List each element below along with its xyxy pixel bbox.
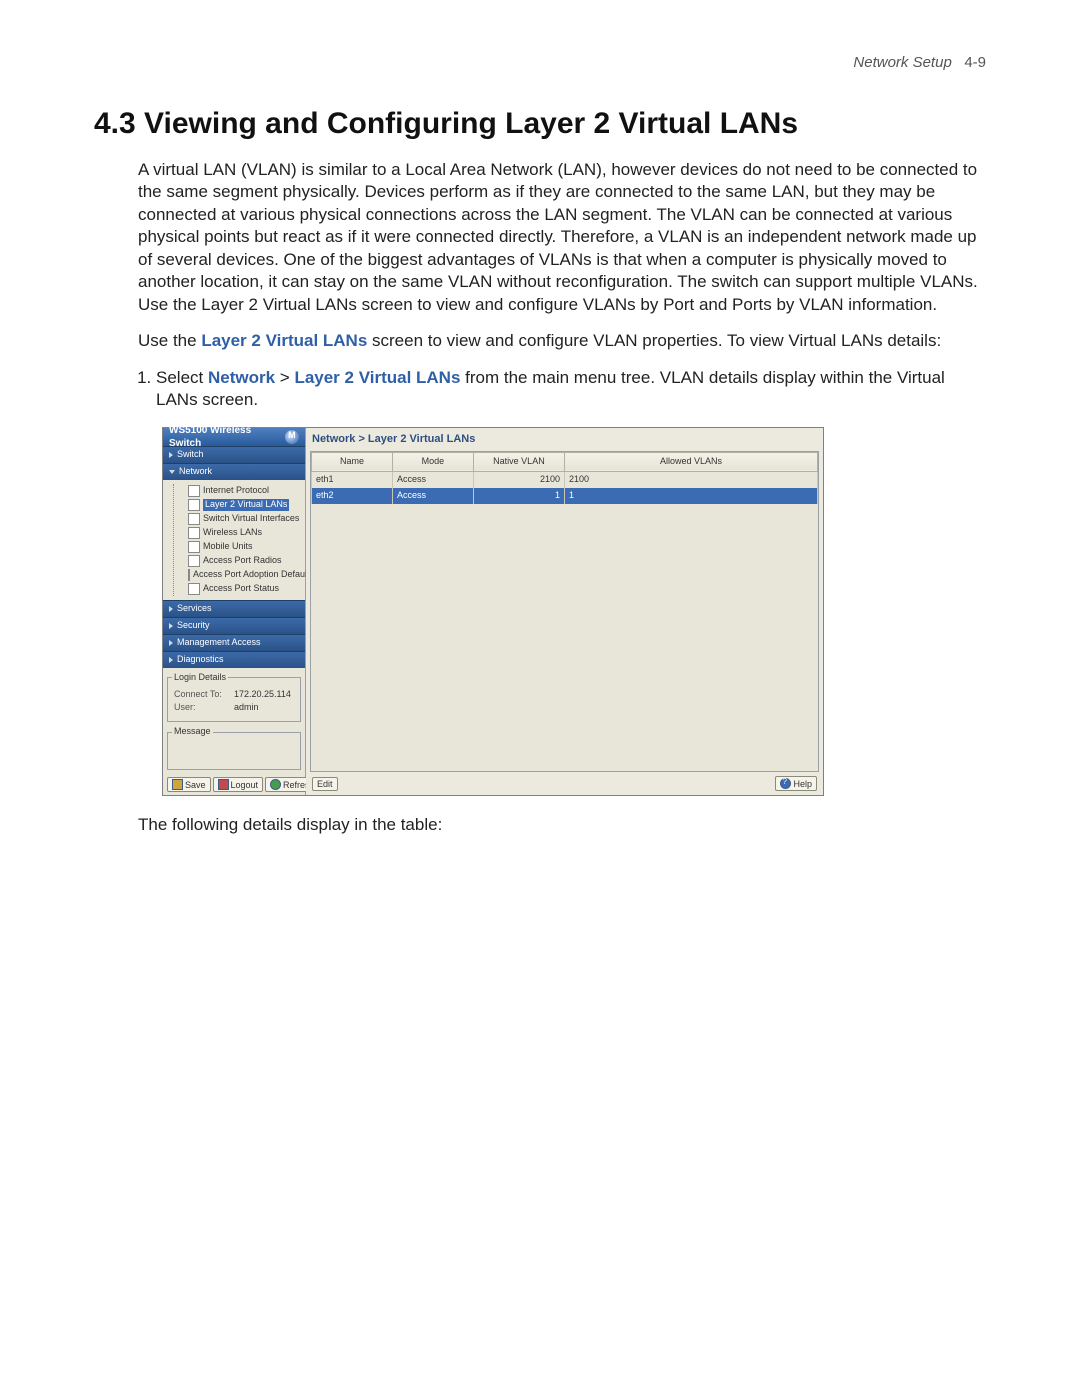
- running-header-section: Network Setup: [853, 54, 951, 71]
- login-user-value: admin: [234, 702, 259, 714]
- node-icon: [188, 513, 200, 525]
- table-header-row: Name Mode Native VLAN Allowed VLANs: [312, 452, 818, 471]
- sidebar-button-row: Save Logout Refresh: [163, 774, 305, 795]
- running-header-page: 4-9: [964, 54, 986, 71]
- motorola-logo-icon: [285, 430, 299, 444]
- node-icon: [188, 485, 200, 497]
- app-screenshot: WS5100 Wireless Switch Switch Network In…: [162, 427, 824, 796]
- login-connect-label: Connect To:: [174, 689, 230, 701]
- refresh-icon: [270, 779, 281, 790]
- breadcrumb: Network > Layer 2 Virtual LANs: [306, 428, 823, 449]
- nav-section-switch[interactable]: Switch: [163, 446, 305, 463]
- help-icon: [780, 778, 791, 789]
- node-icon: [188, 569, 190, 581]
- section-heading: 4.3 Viewing and Configuring Layer 2 Virt…: [94, 107, 986, 141]
- tree-item-wlans[interactable]: Wireless LANs: [180, 526, 303, 540]
- tree-item-ap-status[interactable]: Access Port Status: [180, 582, 303, 596]
- help-button[interactable]: Help: [775, 776, 817, 791]
- login-connect-value: 172.20.25.114: [234, 689, 291, 701]
- node-icon: [188, 583, 200, 595]
- caret-down-icon: [169, 470, 175, 474]
- tree-item-internet-protocol[interactable]: Internet Protocol: [180, 484, 303, 498]
- table-row[interactable]: eth2 Access 1 1: [312, 488, 818, 504]
- col-name[interactable]: Name: [312, 452, 393, 471]
- nav-section-security[interactable]: Security: [163, 617, 305, 634]
- col-allowed[interactable]: Allowed VLANs: [564, 452, 817, 471]
- nav-section-diagnostics[interactable]: Diagnostics: [163, 651, 305, 668]
- intro-paragraph: A virtual LAN (VLAN) is similar to a Loc…: [138, 159, 986, 316]
- node-icon: [188, 555, 200, 567]
- steps-list: Select Network > Layer 2 Virtual LANs fr…: [156, 367, 986, 412]
- vlan-table-container: Name Mode Native VLAN Allowed VLANs eth1…: [310, 451, 819, 772]
- node-icon: [188, 527, 200, 539]
- tree-item-svi[interactable]: Switch Virtual Interfaces: [180, 512, 303, 526]
- caret-right-icon: [169, 640, 173, 646]
- usage-paragraph: Use the Layer 2 Virtual LANs screen to v…: [138, 330, 986, 352]
- save-icon: [172, 779, 183, 790]
- tree-item-ap-radios[interactable]: Access Port Radios: [180, 554, 303, 568]
- table-row[interactable]: eth1 Access 2100 2100: [312, 471, 818, 487]
- sidebar-titlebar: WS5100 Wireless Switch: [163, 428, 305, 446]
- running-header: Network Setup 4-9: [94, 54, 986, 71]
- message-box: Message: [167, 726, 301, 770]
- node-icon: [188, 541, 200, 553]
- nav-section-network[interactable]: Network: [163, 463, 305, 480]
- nav-section-services[interactable]: Services: [163, 600, 305, 617]
- caret-right-icon: [169, 623, 173, 629]
- node-icon: [188, 499, 200, 511]
- tree-item-mobile-units[interactable]: Mobile Units: [180, 540, 303, 554]
- tree-item-l2-vlans[interactable]: Layer 2 Virtual LANs: [180, 498, 303, 512]
- step-l2-link: Layer 2 Virtual LANs: [294, 368, 460, 387]
- caret-right-icon: [169, 452, 173, 458]
- layer2-link-text: Layer 2 Virtual LANs: [201, 331, 367, 350]
- logout-icon: [218, 779, 229, 790]
- nav-tree: Internet Protocol Layer 2 Virtual LANs S…: [163, 480, 305, 600]
- login-details-box: Login Details Connect To: 172.20.25.114 U…: [167, 672, 301, 723]
- main-bottom-bar: Edit Help: [306, 772, 823, 795]
- step-1: Select Network > Layer 2 Virtual LANs fr…: [156, 367, 986, 412]
- login-user-label: User:: [174, 702, 230, 714]
- logout-button[interactable]: Logout: [213, 777, 264, 792]
- step-network-link: Network: [208, 368, 275, 387]
- save-button[interactable]: Save: [167, 777, 211, 792]
- main-panel: Network > Layer 2 Virtual LANs Name Mode…: [306, 428, 823, 795]
- col-mode[interactable]: Mode: [392, 452, 473, 471]
- message-legend: Message: [172, 726, 213, 738]
- col-native[interactable]: Native VLAN: [473, 452, 564, 471]
- login-legend: Login Details: [172, 672, 228, 684]
- vlan-table: Name Mode Native VLAN Allowed VLANs eth1…: [311, 452, 818, 504]
- caret-right-icon: [169, 657, 173, 663]
- nav-section-management[interactable]: Management Access: [163, 634, 305, 651]
- table-caption: The following details display in the tab…: [138, 814, 986, 836]
- caret-right-icon: [169, 606, 173, 612]
- edit-button[interactable]: Edit: [312, 777, 338, 791]
- sidebar: WS5100 Wireless Switch Switch Network In…: [163, 428, 306, 795]
- tree-item-ap-adoption[interactable]: Access Port Adoption Defaults: [180, 568, 303, 582]
- table-empty-area: [311, 504, 818, 772]
